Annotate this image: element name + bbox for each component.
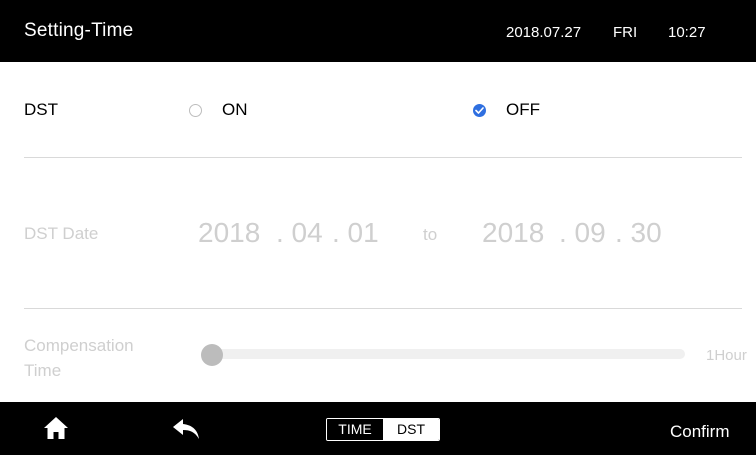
compensation-label-line2: Time bbox=[24, 361, 62, 380]
dst-on-label[interactable]: ON bbox=[222, 100, 248, 120]
dst-label: DST bbox=[24, 100, 58, 119]
home-button[interactable] bbox=[43, 416, 69, 440]
compensation-label-line1: Compensation bbox=[24, 336, 134, 355]
mode-tab-group: TIME DST bbox=[326, 418, 440, 441]
divider bbox=[24, 157, 742, 158]
page-title: Setting-Time bbox=[24, 20, 134, 41]
back-button[interactable] bbox=[172, 418, 200, 440]
tab-time[interactable]: TIME bbox=[327, 419, 383, 440]
compensation-slider-track[interactable] bbox=[203, 349, 685, 359]
dst-end-day[interactable]: . 30 bbox=[615, 217, 662, 249]
header-time: 10:27 bbox=[668, 24, 706, 41]
header-bar: Setting-Time 2018.07.27 FRI 10:27 bbox=[0, 0, 756, 62]
dst-off-radio[interactable] bbox=[473, 104, 486, 117]
header-date: 2018.07.27 bbox=[506, 24, 582, 41]
dst-on-radio[interactable] bbox=[189, 104, 202, 117]
dst-date-label: DST Date bbox=[24, 224, 99, 243]
dst-off-label[interactable]: OFF bbox=[506, 100, 540, 120]
dst-end-month[interactable]: . 09 bbox=[559, 217, 606, 249]
dst-start-day[interactable]: . 01 bbox=[332, 217, 379, 249]
footer-bar: TIME DST Confirm bbox=[0, 402, 756, 455]
checkmark-icon bbox=[475, 107, 484, 114]
compensation-slider-thumb[interactable] bbox=[201, 344, 223, 366]
dst-date-to-label: to bbox=[423, 225, 438, 244]
dst-end-year[interactable]: 2018 bbox=[482, 217, 544, 249]
home-icon bbox=[44, 417, 68, 439]
back-arrow-icon bbox=[173, 419, 199, 439]
confirm-button[interactable]: Confirm bbox=[670, 422, 730, 442]
compensation-time-label: Compensation Time bbox=[24, 333, 134, 383]
compensation-max-label: 1Hour bbox=[706, 347, 747, 364]
header-day: FRI bbox=[613, 24, 638, 41]
dst-start-year[interactable]: 2018 bbox=[198, 217, 260, 249]
tab-dst[interactable]: DST bbox=[383, 419, 439, 440]
dst-start-month[interactable]: . 04 bbox=[276, 217, 323, 249]
divider bbox=[24, 308, 742, 309]
